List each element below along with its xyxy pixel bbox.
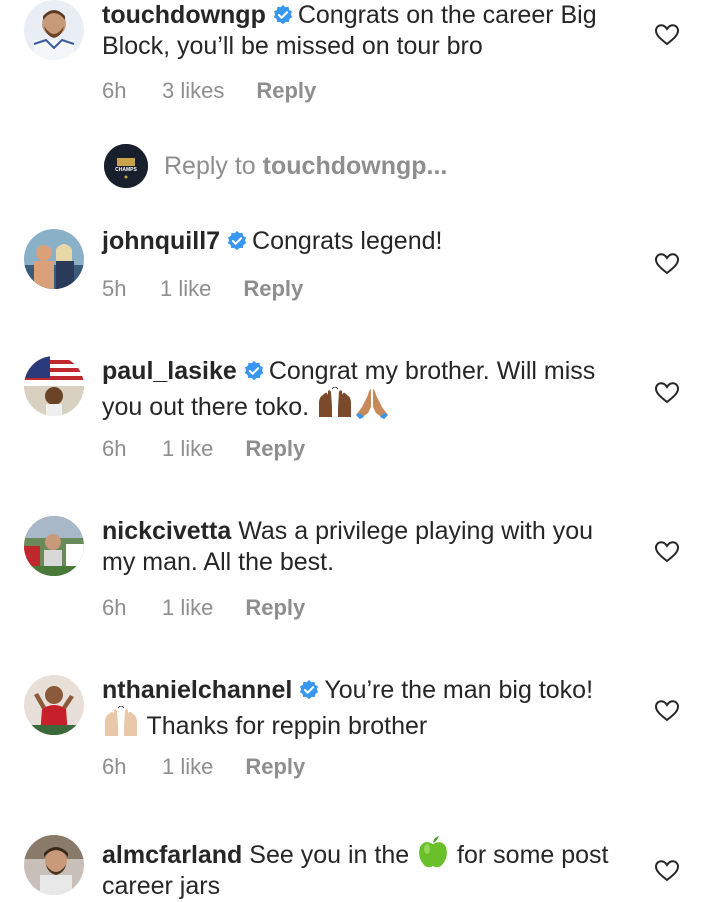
reply-placeholder: Reply to touchdowngp... — [164, 152, 447, 181]
avatar[interactable] — [24, 229, 84, 289]
comment-text: nickcivetta Was a privilege playing with… — [102, 516, 622, 578]
heart-icon[interactable] — [654, 699, 680, 723]
comment-body: Congrats legend! — [252, 227, 443, 255]
comment-likes[interactable]: 1 like — [162, 436, 213, 462]
avatar-image — [24, 835, 84, 895]
verified-badge-icon — [244, 360, 263, 381]
comment-body-part1: See you in the — [249, 841, 410, 869]
comment-meta: 6h 1 like Reply — [102, 595, 305, 621]
comment-text: touchdowngp Congrats on the career Big Bl… — [102, 0, 622, 62]
green-apple-emoji-icon — [419, 836, 447, 868]
comment-text: almcfarland See you in the for some post… — [102, 835, 622, 902]
comment-likes[interactable]: 3 likes — [162, 78, 224, 104]
avatar-image — [24, 675, 84, 735]
avatar-image — [24, 356, 84, 416]
comment-time: 6h — [102, 754, 127, 779]
comment-meta: 6h 1 like Reply — [102, 436, 305, 462]
comment-body-part2: Thanks for reppin brother — [146, 712, 428, 740]
heart-icon[interactable] — [654, 381, 680, 405]
reply-button[interactable]: Reply — [256, 78, 316, 104]
comment-username[interactable]: johnquill7 — [102, 227, 220, 255]
reply-button[interactable]: Reply — [245, 595, 305, 621]
comment-text: paul_lasike Congrat my brother. Will miss… — [102, 356, 622, 423]
heart-icon[interactable] — [654, 23, 680, 47]
comment-username[interactable]: nickcivetta — [102, 517, 231, 545]
folded-hands-emoji-icon — [356, 389, 389, 419]
reply-prefix: Reply to — [164, 152, 256, 180]
avatar[interactable] — [24, 835, 84, 895]
comment-meta: 6h 3 likes Reply — [102, 78, 316, 104]
current-user-avatar: CHAMPS — [104, 144, 148, 188]
reply-button[interactable]: Reply — [245, 754, 305, 780]
verified-badge-icon — [227, 230, 247, 251]
comment-body-part1: You’re the man big toko! — [324, 676, 594, 704]
comment-time: 5h — [102, 276, 127, 301]
avatar-image: CHAMPS — [104, 144, 148, 188]
heart-icon[interactable] — [654, 252, 680, 276]
verified-badge-icon — [300, 679, 319, 700]
avatar-image — [24, 229, 84, 289]
avatar[interactable] — [24, 0, 84, 60]
reply-button[interactable]: Reply — [243, 276, 303, 302]
comment-likes[interactable]: 1 like — [160, 276, 211, 302]
comment-time: 6h — [102, 78, 127, 103]
avatar[interactable] — [24, 675, 84, 735]
comment-username[interactable]: touchdowngp — [102, 1, 266, 29]
heart-icon[interactable] — [654, 859, 680, 883]
comment-time: 6h — [102, 436, 127, 461]
comment-text: nthanielchannel You’re the man big toko! … — [102, 675, 622, 742]
verified-badge-icon — [273, 4, 293, 25]
comment-time: 6h — [102, 595, 127, 620]
comment-username[interactable]: almcfarland — [102, 841, 242, 869]
avatar[interactable] — [24, 356, 84, 416]
raising-hands-light-emoji-icon — [105, 706, 137, 736]
reply-target: touchdowngp... — [262, 152, 448, 180]
avatar-badge-text: CHAMPS — [115, 167, 137, 173]
avatar-image — [24, 0, 84, 60]
reply-button[interactable]: Reply — [245, 436, 305, 462]
comment-likes[interactable]: 1 like — [162, 754, 213, 780]
avatar[interactable] — [24, 516, 84, 576]
comment-text: johnquill7 Congrats legend! — [102, 226, 622, 257]
comment-meta: 6h 1 like Reply — [102, 754, 305, 780]
comment-username[interactable]: nthanielchannel — [102, 676, 292, 704]
comment-username[interactable]: paul_lasike — [102, 357, 237, 385]
heart-icon[interactable] — [654, 540, 680, 564]
reply-to-input[interactable]: CHAMPS Reply to touchdowngp... — [104, 144, 624, 190]
comment-meta: 5h 1 like Reply — [102, 276, 303, 302]
avatar-image — [24, 516, 84, 576]
comment-likes[interactable]: 1 like — [162, 595, 213, 621]
raising-hands-dark-emoji-icon — [319, 387, 352, 417]
